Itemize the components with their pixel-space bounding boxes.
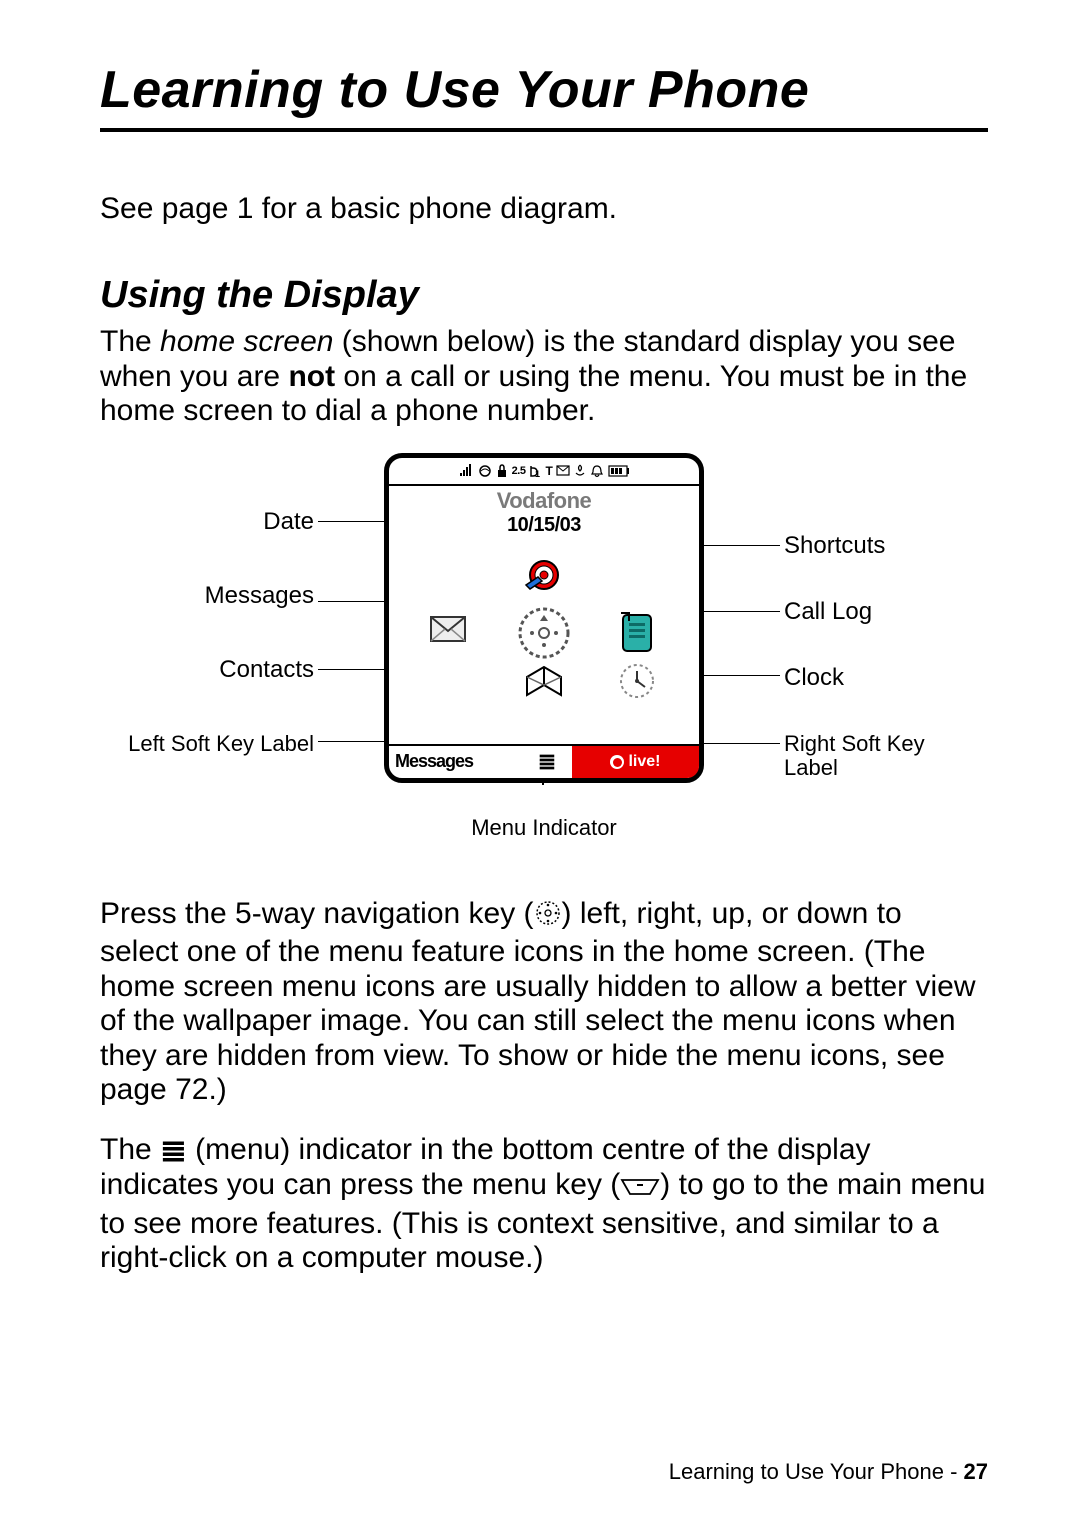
diagram-labels-right: Shortcuts Call Log Clock Right Soft Key … bbox=[784, 533, 984, 821]
title-rule bbox=[100, 128, 988, 132]
left-softkey-label: Messages bbox=[389, 746, 522, 778]
connector-line bbox=[700, 611, 780, 613]
right-softkey-text: live! bbox=[628, 753, 660, 771]
chapter-title: Learning to Use Your Phone bbox=[100, 60, 988, 120]
text-fragment: The bbox=[100, 325, 160, 358]
messages-icon bbox=[425, 609, 473, 654]
bold-not: not bbox=[288, 360, 335, 393]
footer-text: Learning to Use Your Phone - bbox=[669, 1459, 964, 1484]
text-fragment: The bbox=[100, 1133, 160, 1166]
label-date: Date bbox=[104, 509, 314, 535]
paragraph-1: The home screen (shown below) is the sta… bbox=[100, 325, 988, 429]
label-right-softkey-text: Right Soft Key Label bbox=[784, 731, 925, 780]
right-softkey-label: live! bbox=[572, 746, 699, 778]
label-messages: Messages bbox=[104, 583, 314, 609]
lock-icon bbox=[496, 464, 508, 478]
label-shortcuts: Shortcuts bbox=[784, 533, 984, 559]
footer-page-number: 27 bbox=[964, 1459, 988, 1484]
home-icons-area bbox=[389, 537, 699, 707]
screen-date: 10/15/03 bbox=[389, 514, 699, 537]
shortcuts-icon bbox=[522, 553, 566, 602]
message-status-icon bbox=[556, 465, 570, 477]
roaming-icon bbox=[478, 464, 492, 478]
contacts-icon bbox=[519, 663, 569, 708]
text-fragment: Press the 5-way navigation key ( bbox=[100, 897, 534, 930]
phone-screen: 2.5 1 T Vodafone 10/15/03 bbox=[384, 453, 704, 783]
nav-key-icon bbox=[516, 605, 572, 666]
paragraph-3: The ≣ (menu) indicator in the bottom cen… bbox=[100, 1132, 988, 1276]
label-clock: Clock bbox=[784, 665, 984, 691]
label-left-softkey: Left Soft Key Label bbox=[104, 732, 314, 756]
ring-icon bbox=[590, 464, 604, 478]
vodafone-live-icon bbox=[610, 755, 624, 769]
carrier-name: Vodafone bbox=[389, 488, 699, 514]
line-icon: 1 bbox=[529, 464, 541, 478]
label-contacts: Contacts bbox=[104, 657, 314, 683]
connector-line bbox=[318, 741, 394, 743]
intro-text: See page 1 for a basic phone diagram. bbox=[100, 192, 988, 226]
signal-icon bbox=[458, 464, 474, 478]
connector-line bbox=[700, 743, 780, 745]
menu-glyph-inline: ≣ bbox=[160, 1132, 187, 1168]
paragraph-2: Press the 5-way navigation key () left, … bbox=[100, 897, 988, 1108]
call-log-icon bbox=[617, 609, 659, 662]
menu-indicator-icon: ≣ bbox=[522, 746, 572, 778]
label-right-softkey: Right Soft Key Label bbox=[784, 732, 984, 780]
section-title: Using the Display bbox=[100, 274, 988, 317]
home-screen-diagram: Date Messages Contacts Left Soft Key Lab… bbox=[104, 453, 984, 841]
battery-icon bbox=[608, 465, 630, 477]
svg-text:1: 1 bbox=[535, 469, 540, 478]
nav-key-inline-icon bbox=[534, 899, 562, 936]
page-footer: Learning to Use Your Phone - 27 bbox=[669, 1459, 988, 1485]
clock-icon bbox=[615, 659, 659, 708]
diagram-labels-left: Date Messages Contacts Left Soft Key Lab… bbox=[104, 509, 314, 804]
status-bar: 2.5 1 T bbox=[389, 458, 699, 486]
label-call-log: Call Log bbox=[784, 599, 984, 625]
emphasis-home-screen: home screen bbox=[160, 325, 333, 358]
softkey-row: Messages ≣ live! bbox=[389, 744, 699, 778]
java-icon bbox=[574, 464, 586, 478]
menu-key-inline-icon bbox=[620, 1172, 660, 1207]
